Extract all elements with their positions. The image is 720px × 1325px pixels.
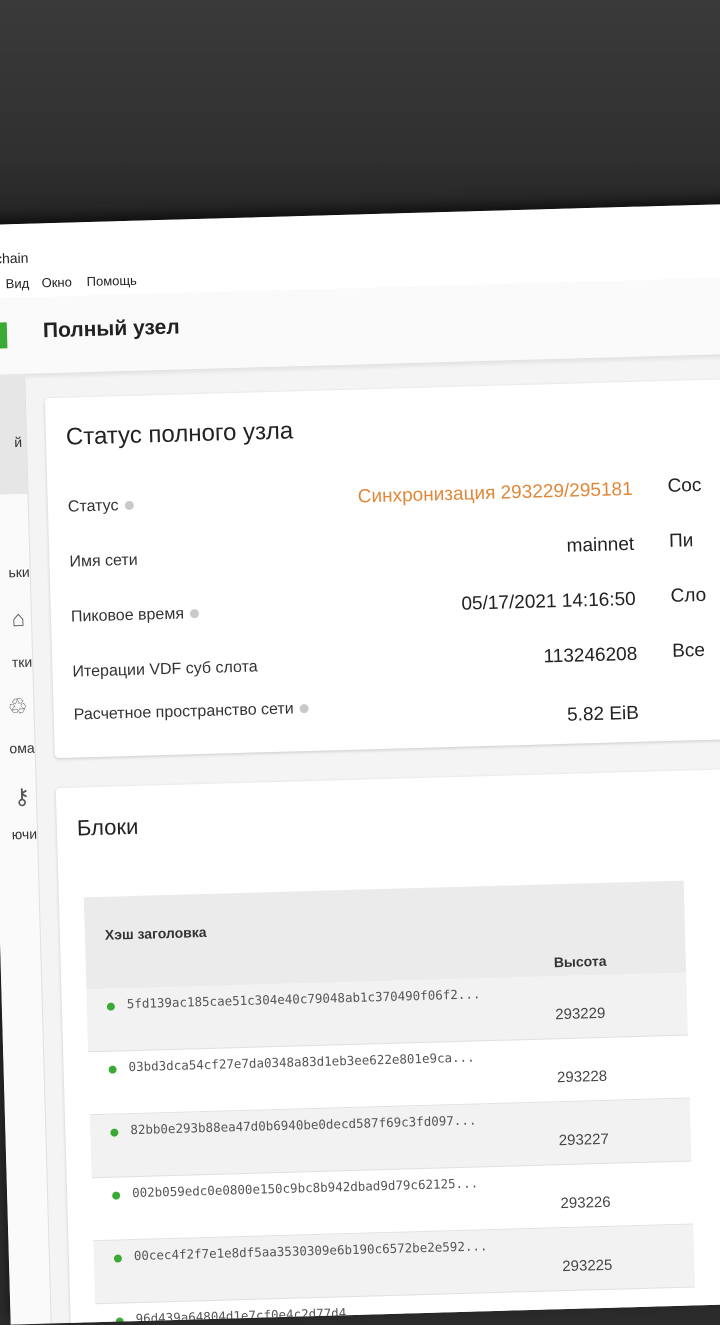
right-column-label: Сло <box>670 584 707 607</box>
menu-item-help[interactable]: Помощь <box>86 273 137 289</box>
sidebar-item-full-node[interactable]: й <box>0 373 28 495</box>
blocks-title: Блоки <box>76 813 139 841</box>
status-value: Синхронизация 293229/295181 <box>357 478 633 508</box>
peak-time-value: 05/17/2021 14:16:50 <box>461 588 637 615</box>
table-header: Хэш заголовка Высота <box>83 880 687 990</box>
sidebar-item-label: тки <box>11 653 33 671</box>
help-icon[interactable] <box>189 609 200 619</box>
block-hash[interactable]: 002b059edc0e0800e150c9bc8b942dbad9d79c62… <box>132 1175 478 1200</box>
status-dot-icon <box>113 1254 123 1263</box>
sidebar-item-label: ючи <box>11 825 38 843</box>
block-hash[interactable]: 03bd3dca54cf27e7da0348a83d1eb3ee622e801e… <box>128 1050 474 1075</box>
status-dot-icon <box>110 1128 119 1137</box>
right-column-label: Сос <box>667 474 702 497</box>
network-name-row: Имя сети mainnet <box>69 532 635 578</box>
sidebar-item-farm[interactable]: ома <box>0 740 35 757</box>
menu-item-window[interactable]: Окно <box>41 274 72 290</box>
plot-icon: ⌂ <box>11 605 26 632</box>
status-dot-icon <box>106 1002 115 1011</box>
menu-item-view[interactable]: Вид <box>5 276 29 292</box>
network-space-row: Расчетное пространство сети 5.82 EiB <box>73 697 640 743</box>
right-column-label: Все <box>671 639 706 662</box>
help-icon[interactable] <box>124 501 134 511</box>
table-body: 5fd139ac185cae51c304e40c79048ab1c370490f… <box>86 972 697 1325</box>
logo-icon <box>0 322 8 349</box>
sidebar-item-plots[interactable]: тки <box>0 653 33 671</box>
farm-icon: ♲ <box>7 693 28 720</box>
sidebar-item-keys[interactable]: ючи <box>0 826 37 843</box>
blocks-table: Хэш заголовка Высота 5fd139ac185cae51c30… <box>83 880 697 1325</box>
status-dot-icon <box>108 1065 117 1074</box>
block-height: 293228 <box>556 1067 608 1087</box>
status-label: Статус <box>68 497 134 517</box>
block-height: 293225 <box>562 1256 613 1276</box>
help-icon[interactable] <box>299 704 309 714</box>
network-space-label: Расчетное пространство сети <box>73 700 309 725</box>
block-hash[interactable]: 96d439a64804d1e7cf0e4c2d77d4... <box>135 1305 369 1325</box>
key-icon: ⚷ <box>13 783 31 810</box>
vdf-iterations-value: 113246208 <box>543 643 638 668</box>
network-space-value: 5.82 EiB <box>566 702 640 726</box>
block-hash[interactable]: 00cec4f2f7e1e8df5aa3530309e6b190c6572be2… <box>134 1238 488 1263</box>
sidebar-item-label: й <box>14 433 23 451</box>
peak-time-label: Пиковое время <box>71 605 200 627</box>
sidebar: й ьки ⌂ тки ♲ ома ⚷ ючи <box>0 373 52 1325</box>
page-title: Полный узел <box>42 315 180 343</box>
app-window: chain а Вид Окно Помощь Полный узел й ьк… <box>0 202 720 1325</box>
status-dot-icon <box>115 1317 124 1325</box>
block-height: 293226 <box>560 1193 611 1213</box>
block-height: 293229 <box>555 1004 606 1024</box>
sidebar-item-label: ьки <box>8 563 30 581</box>
right-column-label: Пи <box>668 530 694 552</box>
vdf-iterations-row: Итерации VDF суб слота 113246208 <box>72 642 638 688</box>
card-title: Статус полного узла <box>65 417 294 451</box>
blocks-card: Блоки Хэш заголовка Высота 5fd139ac185ca… <box>55 766 720 1325</box>
block-hash[interactable]: 82bb0e293b88ea47d0b6940be0decd587f69c3fd… <box>130 1112 476 1137</box>
block-height: 293227 <box>558 1130 610 1150</box>
status-dot-icon <box>112 1191 121 1200</box>
vdf-iterations-label: Итерации VDF суб слота <box>72 658 258 681</box>
network-name-value: mainnet <box>566 533 635 557</box>
sidebar-item-label: ома <box>9 739 35 757</box>
full-node-status-card: Статус полного узла Статус Синхронизация… <box>44 377 720 759</box>
column-header-hash[interactable]: Хэш заголовка <box>105 924 207 943</box>
status-row: Статус Синхронизация 293229/295181 <box>68 477 634 523</box>
network-name-label: Имя сети <box>69 551 138 571</box>
sidebar-item-wallets[interactable]: ьки <box>0 564 30 581</box>
block-hash[interactable]: 5fd139ac185cae51c304e40c79048ab1c370490f… <box>127 986 481 1011</box>
peak-time-row: Пиковое время 05/17/2021 14:16:50 <box>71 587 637 633</box>
column-header-height[interactable]: Высота <box>554 953 607 970</box>
